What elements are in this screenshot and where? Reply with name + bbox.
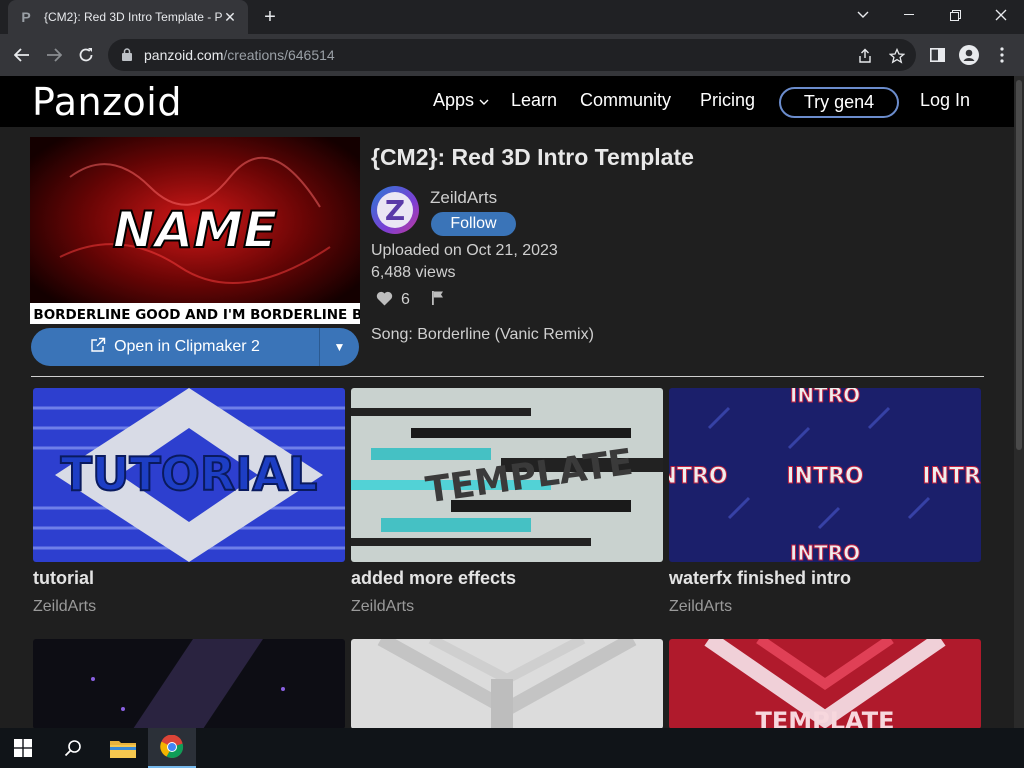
related-title[interactable]: tutorial xyxy=(33,568,345,589)
creation-thumbnail[interactable]: NAME I'M BORDERLINE GOOD AND I'M BORDERL… xyxy=(30,137,360,324)
scrollbar-thumb[interactable] xyxy=(1016,80,1022,450)
windows-start-icon[interactable] xyxy=(14,739,32,757)
panzoid-logo[interactable]: Panzoid xyxy=(32,80,182,124)
related-thumbnail[interactable]: INTRO INTRO INTRO INTRO INTRO xyxy=(669,388,981,562)
restore-icon[interactable] xyxy=(932,0,978,30)
tab-close-icon[interactable]: ✕ xyxy=(222,9,238,25)
url-path: /creations/646514 xyxy=(223,47,335,63)
open-label: Open in Clipmaker 2 xyxy=(114,338,260,355)
login-link[interactable]: Log In xyxy=(920,90,970,111)
open-main[interactable]: Open in Clipmaker 2 xyxy=(31,337,319,358)
thumb-text: TUTORIAL xyxy=(61,447,318,501)
related-title[interactable]: waterfx finished intro xyxy=(669,568,981,589)
chrome-taskbar-icon[interactable] xyxy=(148,728,196,768)
flag-icon[interactable] xyxy=(431,290,445,306)
song-info: Song: Borderline (Vanic Remix) xyxy=(371,326,594,343)
profile-icon[interactable] xyxy=(958,44,980,66)
tab-title: {CM2}: Red 3D Intro Template - Pa xyxy=(44,10,222,24)
creation-title: {CM2}: Red 3D Intro Template xyxy=(371,144,694,170)
related-author[interactable]: ZeildArts xyxy=(351,598,663,616)
bookmark-star-icon[interactable] xyxy=(888,47,906,65)
browser-toolbar: panzoid.com/creations/646514 xyxy=(0,34,1024,76)
heart-icon[interactable] xyxy=(376,291,393,311)
thumb-text: INTRO xyxy=(790,388,860,407)
close-window-icon[interactable] xyxy=(978,0,1024,30)
nav-learn[interactable]: Learn xyxy=(511,90,557,111)
related-thumbnail[interactable] xyxy=(33,639,345,728)
nav-pricing[interactable]: Pricing xyxy=(700,90,755,111)
new-tab-button[interactable]: + xyxy=(258,6,282,28)
panzoid-favicon-icon: P xyxy=(21,9,31,25)
minimize-icon[interactable] xyxy=(886,0,932,30)
page-scrollbar[interactable] xyxy=(1014,76,1024,728)
tab-strip: P {CM2}: Red 3D Intro Template - Pa ✕ + xyxy=(0,0,1024,34)
thumb-text: INTRO xyxy=(786,464,863,489)
view-count: 6,488 views xyxy=(371,264,456,281)
try-gen4-button[interactable]: Try gen4 xyxy=(779,87,899,118)
external-link-icon xyxy=(90,337,106,358)
divider xyxy=(31,376,984,377)
related-card[interactable]: TUTORIAL tutorial ZeildArts xyxy=(33,388,345,616)
lock-icon xyxy=(122,48,134,62)
related-author[interactable]: ZeildArts xyxy=(33,598,345,616)
share-icon[interactable] xyxy=(856,47,874,65)
related-title[interactable]: added more effects xyxy=(351,568,663,589)
open-in-clipmaker-button[interactable]: Open in Clipmaker 2 ▼ xyxy=(31,328,359,366)
thumb-text: TEMPLATE xyxy=(755,707,894,728)
forward-arrow-icon[interactable] xyxy=(41,42,67,68)
related-thumbnail[interactable]: TUTORIAL xyxy=(33,388,345,562)
tab-search-chevron-icon[interactable] xyxy=(840,0,886,30)
avatar[interactable]: Z xyxy=(371,186,419,234)
taskbar xyxy=(0,728,1024,768)
related-thumbnail[interactable]: TEMPLATE xyxy=(669,639,981,728)
like-count: 6 xyxy=(401,291,410,308)
side-panel-icon[interactable] xyxy=(926,44,948,66)
chevron-down-icon xyxy=(479,90,489,110)
author-link[interactable]: ZeildArts xyxy=(430,188,497,208)
browser-tab[interactable]: P {CM2}: Red 3D Intro Template - Pa ✕ xyxy=(8,0,248,34)
follow-button[interactable]: Follow xyxy=(431,212,516,236)
related-thumbnail[interactable]: TEMPLATE xyxy=(351,388,663,562)
thumb-name-text: NAME xyxy=(113,201,277,259)
related-author[interactable]: ZeildArts xyxy=(669,598,981,616)
url-host: panzoid.com xyxy=(144,47,224,63)
file-explorer-icon[interactable] xyxy=(110,738,136,758)
thumb-caption: I'M BORDERLINE GOOD AND I'M BORDERLINE B… xyxy=(30,307,360,323)
site-header: Panzoid Apps Learn Community Pricing Try… xyxy=(0,76,1014,127)
page-content: Panzoid Apps Learn Community Pricing Try… xyxy=(0,76,1014,728)
related-thumbnail[interactable] xyxy=(351,639,663,728)
thumb-text: INTRO xyxy=(922,464,981,489)
thumb-text: INTRO xyxy=(790,541,860,562)
address-bar[interactable]: panzoid.com/creations/646514 xyxy=(108,39,916,71)
open-dropdown-icon[interactable]: ▼ xyxy=(319,328,359,366)
nav-community[interactable]: Community xyxy=(580,90,671,111)
related-card[interactable]: INTRO INTRO INTRO INTRO INTRO waterfx fi… xyxy=(669,388,981,616)
avatar-letter: Z xyxy=(377,192,413,228)
back-arrow-icon[interactable] xyxy=(9,42,35,68)
upload-date: Uploaded on Oct 21, 2023 xyxy=(371,242,558,259)
search-icon[interactable] xyxy=(62,737,84,759)
nav-apps[interactable]: Apps xyxy=(433,90,489,111)
menu-dots-icon[interactable] xyxy=(991,44,1013,66)
nav-apps-label: Apps xyxy=(433,90,475,110)
reload-icon[interactable] xyxy=(73,42,99,68)
thumb-text: INTRO xyxy=(669,464,728,489)
related-card[interactable]: TEMPLATE added more effects ZeildArts xyxy=(351,388,663,616)
